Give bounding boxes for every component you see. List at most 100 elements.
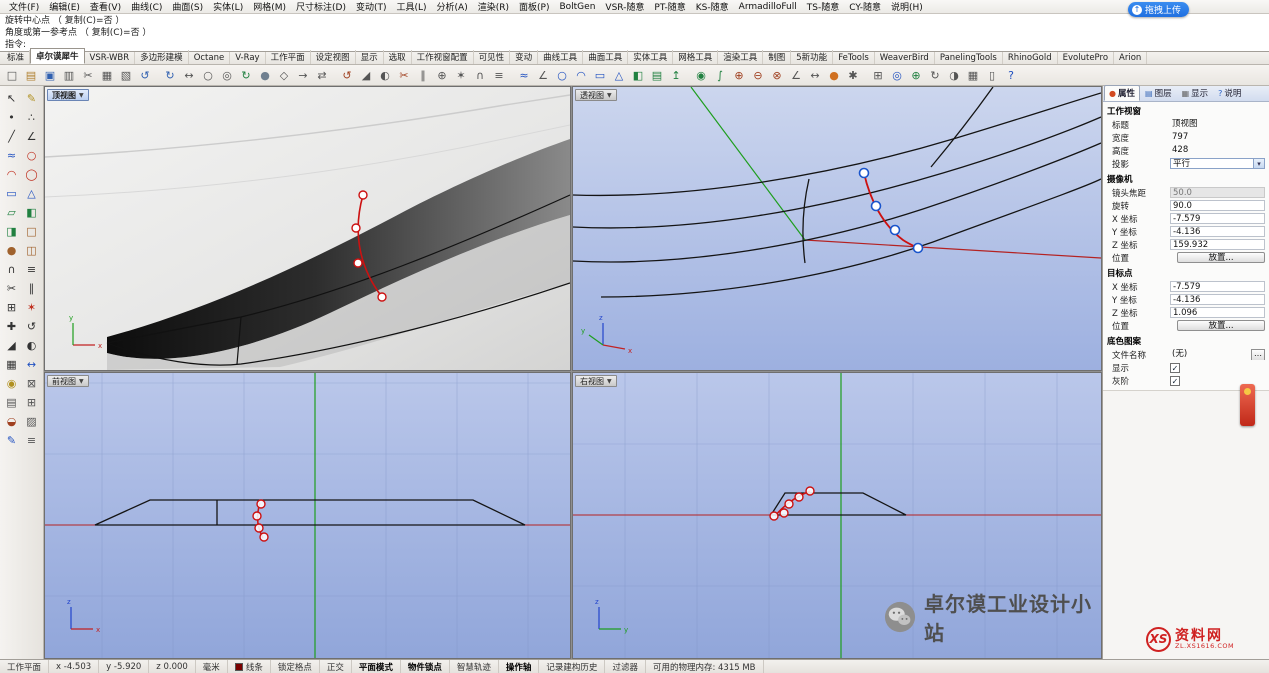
- toolbar-tab[interactable]: V-Ray: [230, 52, 265, 64]
- viewport-front-label[interactable]: 前视图 ▼: [47, 375, 89, 387]
- toolbar-icon[interactable]: ▦: [964, 67, 982, 84]
- toolbar-tab[interactable]: 标准: [2, 50, 30, 64]
- status-toggle[interactable]: 智慧轨迹: [450, 660, 499, 673]
- edit-curve[interactable]: [864, 173, 918, 248]
- property-value[interactable]: 797: [1170, 132, 1265, 143]
- sidebar-icon[interactable]: ◯: [22, 165, 42, 184]
- toolbar-icon[interactable]: ⊗: [768, 67, 786, 84]
- toolbar-tab[interactable]: 渲染工具: [718, 50, 763, 64]
- sidebar-icon[interactable]: △: [22, 184, 42, 203]
- sidebar-icon[interactable]: ↖: [2, 89, 22, 108]
- toolbar-icon[interactable]: ∥: [414, 67, 432, 84]
- toolbar-icon[interactable]: ●: [256, 67, 274, 84]
- property-value[interactable]: -7.579: [1170, 281, 1265, 292]
- toolbar-icon[interactable]: △: [610, 67, 628, 84]
- property-value[interactable]: -7.579: [1170, 213, 1265, 224]
- viewport-top-label[interactable]: 顶视图 ▼: [47, 89, 89, 101]
- status-toggle[interactable]: 过滤器: [605, 660, 646, 673]
- property-value[interactable]: 159.932: [1170, 239, 1265, 250]
- sidebar-icon[interactable]: ▤: [2, 393, 22, 412]
- toolbar-tab[interactable]: 可见性: [474, 50, 511, 64]
- toolbar-icon[interactable]: ≈: [515, 67, 533, 84]
- menu-item[interactable]: 曲线(C): [126, 0, 167, 13]
- sidebar-icon[interactable]: ≈: [2, 146, 22, 165]
- toolbar-icon[interactable]: ◎: [888, 67, 906, 84]
- menu-item[interactable]: 编辑(E): [44, 0, 85, 13]
- toolbar-icon[interactable]: ◇: [275, 67, 293, 84]
- toolbar-tab[interactable]: 制图: [763, 50, 791, 64]
- panel-tab[interactable]: ? 说明: [1213, 85, 1246, 101]
- toolbar-icon[interactable]: ●: [825, 67, 843, 84]
- property-value[interactable]: -4.136: [1170, 294, 1265, 305]
- toolbar-icon[interactable]: ↻: [161, 67, 179, 84]
- sidebar-icon[interactable]: ✎: [2, 431, 22, 450]
- property-value[interactable]: ✓: [1170, 363, 1180, 373]
- toolbar-icon[interactable]: ▦: [98, 67, 116, 84]
- toolbar-icon[interactable]: ↔: [180, 67, 198, 84]
- property-value[interactable]: 顶视图: [1170, 119, 1265, 130]
- sidebar-icon[interactable]: ⊠: [22, 374, 42, 393]
- toolbar-icon[interactable]: ⊞: [869, 67, 887, 84]
- toolbar-icon[interactable]: ◐: [376, 67, 394, 84]
- toolbar-icon[interactable]: ≡: [490, 67, 508, 84]
- red-tag-sticker[interactable]: [1240, 384, 1255, 426]
- panel-tab[interactable]: ● 属性: [1104, 85, 1140, 101]
- toolbar-tab[interactable]: Arion: [1114, 52, 1147, 64]
- property-value[interactable]: 428: [1170, 145, 1265, 156]
- sidebar-icon[interactable]: ↔: [22, 355, 42, 374]
- toolbar-icon[interactable]: ∫: [711, 67, 729, 84]
- toolbar-icon[interactable]: →: [294, 67, 312, 84]
- status-toggle[interactable]: 锁定格点: [271, 660, 320, 673]
- menu-item[interactable]: 曲面(S): [167, 0, 208, 13]
- toolbar-icon[interactable]: ▯: [983, 67, 1001, 84]
- toolbar-icon[interactable]: ◉: [692, 67, 710, 84]
- menu-item[interactable]: 面板(P): [514, 0, 554, 13]
- sidebar-icon[interactable]: ✶: [22, 298, 42, 317]
- toolbar-tab[interactable]: 工作视窗配置: [412, 50, 474, 64]
- toolbar-icon[interactable]: ◢: [357, 67, 375, 84]
- sidebar-icon[interactable]: ◨: [2, 222, 22, 241]
- viewport-perspective[interactable]: z x y 透视图 ▼: [572, 86, 1102, 371]
- toolbar-icon[interactable]: ⇄: [313, 67, 331, 84]
- toolbar-tab[interactable]: 变动: [510, 50, 538, 64]
- toolbar-icon[interactable]: ∠: [787, 67, 805, 84]
- toolbar-tab[interactable]: VSR-WBR: [85, 52, 136, 64]
- toolbar-tab[interactable]: 卓尔谟犀牛: [30, 48, 85, 64]
- toolbar-icon[interactable]: ⊕: [730, 67, 748, 84]
- menu-item[interactable]: KS-随意: [691, 0, 734, 13]
- body-profile[interactable]: [95, 500, 525, 525]
- viewport-menu-arrow-icon[interactable]: ▼: [79, 376, 84, 387]
- sidebar-icon[interactable]: ∴: [22, 108, 42, 127]
- menu-item[interactable]: 分析(A): [432, 0, 473, 13]
- toolbar-icon[interactable]: ⊕: [433, 67, 451, 84]
- menu-item[interactable]: 说明(H): [886, 0, 928, 13]
- property-value[interactable]: 50.0: [1170, 187, 1265, 198]
- status-toggle[interactable]: 操作轴: [499, 660, 540, 673]
- toolbar-tab[interactable]: 实体工具: [628, 50, 673, 64]
- viewport-menu-arrow-icon[interactable]: ▼: [79, 90, 84, 101]
- menu-item[interactable]: BoltGen: [554, 2, 600, 12]
- property-value[interactable]: 平行: [1170, 158, 1265, 169]
- toolbar-tab[interactable]: 设定视图: [311, 50, 356, 64]
- layer-indicator[interactable]: 线条: [228, 660, 271, 673]
- sidebar-icon[interactable]: ✎: [22, 89, 42, 108]
- menu-item[interactable]: 网格(M): [248, 0, 291, 13]
- sidebar-icon[interactable]: ◒: [2, 412, 22, 431]
- sidebar-icon[interactable]: ⊞: [2, 298, 22, 317]
- toolbar-tab[interactable]: FeTools: [833, 52, 875, 64]
- toolbar-icon[interactable]: ↻: [926, 67, 944, 84]
- viewport-menu-arrow-icon[interactable]: ▼: [607, 376, 612, 387]
- sidebar-icon[interactable]: ▦: [2, 355, 22, 374]
- menu-item[interactable]: 工具(L): [392, 0, 432, 13]
- toolbar-tab[interactable]: 显示: [356, 50, 384, 64]
- cplane-menu[interactable]: 工作平面: [0, 660, 49, 673]
- toolbar-icon[interactable]: ◎: [218, 67, 236, 84]
- toolbar-icon[interactable]: ↺: [136, 67, 154, 84]
- sidebar-icon[interactable]: ●: [2, 241, 22, 260]
- toolbar-icon[interactable]: ∩: [471, 67, 489, 84]
- viewport-right-label[interactable]: 右视图 ▼: [575, 375, 617, 387]
- sidebar-icon[interactable]: ◢: [2, 336, 22, 355]
- toolbar-icon[interactable]: ✂: [395, 67, 413, 84]
- toolbar-icon[interactable]: ▤: [22, 67, 40, 84]
- property-value[interactable]: 放置...: [1177, 252, 1265, 263]
